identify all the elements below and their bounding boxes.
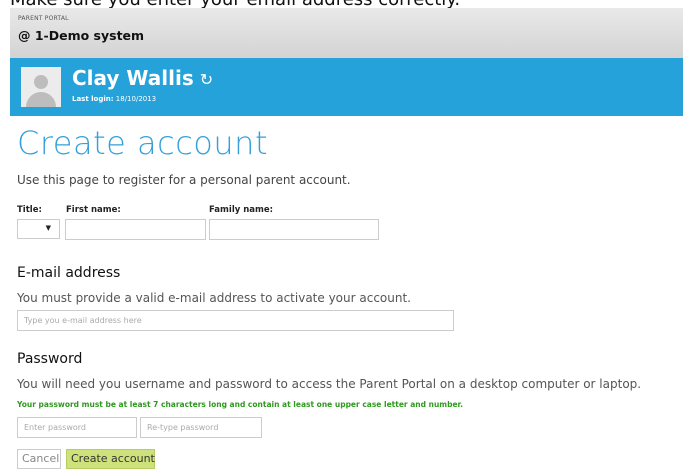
last-login: Last login: 18/10/2013 — [72, 95, 156, 103]
portal-header: PARENT PORTAL @ 1-Demo system — [10, 8, 683, 58]
create-account-button[interactable]: Create account — [66, 449, 155, 469]
avatar-shoulders — [26, 92, 56, 107]
chevron-down-icon: ▼ — [45, 224, 51, 232]
password-input[interactable] — [17, 417, 137, 438]
user-name-row: Clay Wallis ↻ — [72, 66, 213, 90]
password-rule: Your password must be at least 7 charact… — [17, 400, 464, 409]
refresh-icon[interactable]: ↻ — [200, 70, 213, 89]
email-input[interactable] — [17, 310, 454, 331]
portal-label: PARENT PORTAL — [18, 15, 69, 22]
avatar — [21, 67, 61, 107]
password-heading: Password — [17, 351, 83, 367]
page-title: Create account — [17, 124, 268, 162]
user-name: Clay Wallis — [72, 66, 194, 90]
avatar-head — [34, 75, 48, 89]
cancel-button[interactable]: Cancel — [17, 449, 61, 469]
user-bar: Clay Wallis ↻ Last login: 18/10/2013 — [10, 58, 683, 116]
title-label: Title: — [17, 205, 42, 215]
first-name-input[interactable] — [65, 219, 206, 240]
password-description: You will need you username and password … — [17, 377, 642, 391]
last-login-value: 18/10/2013 — [115, 95, 157, 103]
last-login-label: Last login: — [72, 95, 114, 103]
intro-text: Use this page to register for a personal… — [17, 173, 351, 187]
first-name-label: First name: — [66, 205, 121, 215]
family-name-input[interactable] — [209, 219, 379, 240]
family-name-label: Family name: — [209, 205, 274, 215]
email-description: You must provide a valid e-mail address … — [17, 291, 411, 305]
school-name: @ 1-Demo system — [18, 28, 145, 43]
title-select[interactable]: ▼ — [17, 219, 60, 239]
password-retype-input[interactable] — [140, 417, 262, 438]
email-heading: E-mail address — [17, 265, 121, 281]
